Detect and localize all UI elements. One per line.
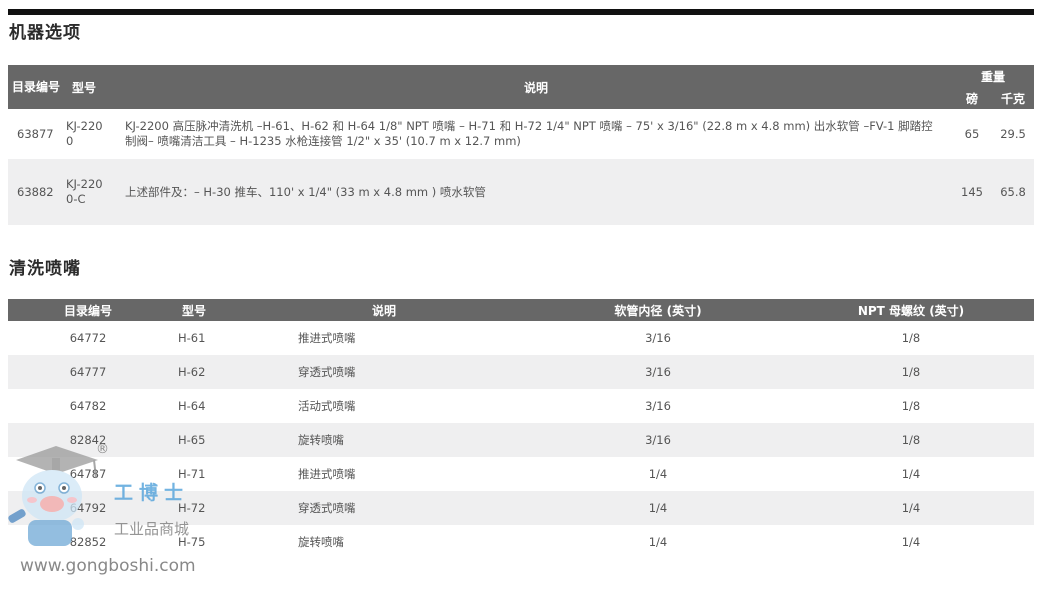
cell-npt: 1/8 <box>788 355 1034 389</box>
cell-description: 推进式喷嘴 <box>288 457 528 491</box>
watermark-tagline: 工业品商城 <box>114 520 190 538</box>
cell-hose-id: 1/4 <box>528 457 788 491</box>
col-header-description: 说明 <box>288 299 528 321</box>
cell-model: H-64 <box>168 389 288 423</box>
cell-kg: 29.5 <box>992 109 1035 159</box>
machine-options-title: 机器选项 <box>9 23 81 43</box>
cell-kg: 65.8 <box>992 159 1035 225</box>
cell-description: 上述部件及：– H-30 推车、110' x 1/4" (33 m x 4.8 … <box>120 159 952 225</box>
cell-model: H-61 <box>168 321 288 355</box>
cell-catalog: 63882 <box>8 159 60 225</box>
col-header-hose-id: 软管内径 (英寸) <box>528 299 788 321</box>
cell-description: 穿透式喷嘴 <box>288 355 528 389</box>
cell-model: KJ-2200-C <box>60 159 120 225</box>
cell-description: 穿透式喷嘴 <box>288 491 528 525</box>
watermark-url: www.gongboshi.com <box>20 556 196 576</box>
cell-lbs: 145 <box>952 159 992 225</box>
cell-description: 活动式喷嘴 <box>288 389 528 423</box>
cell-npt: 1/8 <box>788 389 1034 423</box>
table-row: 64772 H-61 推进式喷嘴 3/16 1/8 <box>8 321 1034 355</box>
cell-lbs: 65 <box>952 109 992 159</box>
cell-description: 旋转喷嘴 <box>288 423 528 457</box>
cell-catalog: 64782 <box>8 389 168 423</box>
col-header-weight: 重量 <box>952 65 1035 87</box>
cell-catalog: 64772 <box>8 321 168 355</box>
cell-npt: 1/4 <box>788 525 1034 559</box>
col-header-model: 型号 <box>60 65 120 109</box>
col-header-model: 型号 <box>168 299 288 321</box>
machine-options-table: 目录编号 型号 说明 重量 磅 千克 63877 KJ-2200 KJ-2200… <box>8 65 1035 225</box>
cell-catalog: 63877 <box>8 109 60 159</box>
registered-mark: ® <box>96 442 109 457</box>
col-header-npt: NPT 母螺纹 (英寸) <box>788 299 1034 321</box>
table-row: 63882 KJ-2200-C 上述部件及：– H-30 推车、110' x 1… <box>8 159 1035 225</box>
cell-npt: 1/4 <box>788 457 1034 491</box>
cell-hose-id: 1/4 <box>528 525 788 559</box>
cell-hose-id: 3/16 <box>528 355 788 389</box>
table-row: 82842 H-65 旋转喷嘴 3/16 1/8 <box>8 423 1034 457</box>
col-header-catalog: 目录编号 <box>8 299 168 321</box>
col-header-lbs: 磅 <box>952 87 992 109</box>
cell-model: H-62 <box>168 355 288 389</box>
watermark-brand: 工博士 <box>114 482 190 504</box>
cell-hose-id: 3/16 <box>528 389 788 423</box>
cell-hose-id: 3/16 <box>528 423 788 457</box>
col-header-kg: 千克 <box>992 87 1035 109</box>
table-row: 64782 H-64 活动式喷嘴 3/16 1/8 <box>8 389 1034 423</box>
cell-model: KJ-2200 <box>60 109 120 159</box>
cell-npt: 1/8 <box>788 423 1034 457</box>
cell-description: 旋转喷嘴 <box>288 525 528 559</box>
nozzles-title: 清洗喷嘴 <box>9 259 81 279</box>
cell-hose-id: 1/4 <box>528 491 788 525</box>
top-divider-bar <box>8 9 1034 15</box>
col-header-description: 说明 <box>120 65 952 109</box>
cell-npt: 1/8 <box>788 321 1034 355</box>
cell-description: 推进式喷嘴 <box>288 321 528 355</box>
cell-description: KJ-2200 高压脉冲清洗机 –H-61、H-62 和 H-64 1/8" N… <box>120 109 952 159</box>
cell-model: H-65 <box>168 423 288 457</box>
cell-hose-id: 3/16 <box>528 321 788 355</box>
cell-catalog: 64777 <box>8 355 168 389</box>
table-row: 63877 KJ-2200 KJ-2200 高压脉冲清洗机 –H-61、H-62… <box>8 109 1035 159</box>
cell-npt: 1/4 <box>788 491 1034 525</box>
table-row: 64777 H-62 穿透式喷嘴 3/16 1/8 <box>8 355 1034 389</box>
col-header-catalog: 目录编号 <box>8 65 60 109</box>
